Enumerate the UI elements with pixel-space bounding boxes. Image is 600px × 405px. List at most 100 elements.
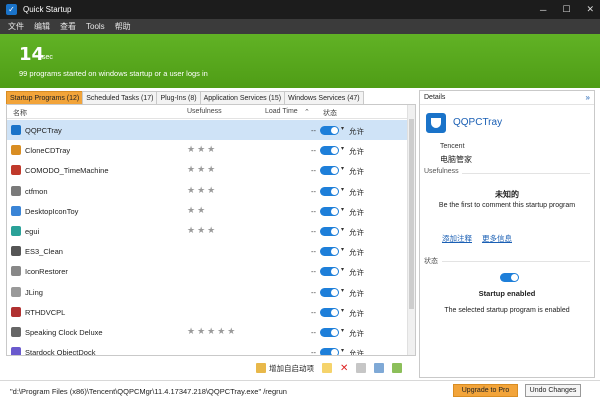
- chevron-down-icon[interactable]: ▾: [341, 347, 344, 354]
- status-allow: 允许: [349, 288, 364, 298]
- close-icon[interactable]: ✕: [586, 4, 594, 15]
- table-row[interactable]: egui ★★★ -- ▾ 允许: [7, 221, 407, 241]
- startup-toggle[interactable]: [320, 227, 339, 236]
- startup-toggle[interactable]: [320, 186, 339, 196]
- more-info-link[interactable]: 更多信息: [482, 233, 512, 244]
- table-row[interactable]: QQPCTray -- ▾ 允许: [7, 120, 407, 140]
- edit-icon[interactable]: [322, 363, 332, 373]
- program-icon: [11, 306, 21, 317]
- category-tabs: Startup Programs (12) Scheduled Tasks (1…: [6, 91, 364, 104]
- program-icon: [11, 226, 21, 236]
- startup-toggle[interactable]: [320, 328, 339, 337]
- load-time: --: [311, 348, 316, 356]
- minimize-icon[interactable]: ─: [540, 5, 546, 15]
- menu-view[interactable]: 查看: [60, 21, 76, 32]
- menu-tools[interactable]: Tools: [86, 22, 105, 31]
- program-name: ES3_Clean: [25, 247, 63, 257]
- program-icon: [11, 125, 21, 135]
- chevron-down-icon[interactable]: ▾: [341, 266, 344, 273]
- details-status-toggle[interactable]: [500, 273, 519, 282]
- table-row[interactable]: CloneCDTray ★★★ -- ▾ 允许: [7, 140, 407, 160]
- tab-scheduled-tasks[interactable]: Scheduled Tasks (17): [82, 91, 158, 104]
- program-name: DesktopIconToy: [25, 206, 79, 216]
- upgrade-button[interactable]: Upgrade to Pro: [453, 384, 518, 397]
- app-shield-icon: ✓: [6, 4, 17, 15]
- startup-toggle[interactable]: [320, 146, 339, 156]
- chevron-down-icon[interactable]: ▾: [341, 246, 344, 253]
- status-allow: 允许: [349, 349, 364, 356]
- delete-icon[interactable]: ✕: [340, 363, 348, 374]
- menu-edit[interactable]: 编辑: [34, 21, 50, 32]
- tab-plug-ins[interactable]: Plug-Ins (8): [156, 91, 201, 104]
- program-list: 名称 Usefulness Load Time ⌃ 状态 QQPCTray -- ▾…: [6, 104, 416, 356]
- properties-icon[interactable]: [374, 363, 385, 373]
- chevron-down-icon[interactable]: ▾: [341, 206, 344, 213]
- copy-icon[interactable]: [356, 363, 367, 373]
- usefulness-stars: ★★★: [187, 225, 218, 235]
- chevron-down-icon[interactable]: ▾: [341, 307, 344, 314]
- chevron-down-icon[interactable]: ▾: [341, 186, 344, 193]
- window-title: Quick Startup: [23, 5, 72, 14]
- search-online-icon[interactable]: [392, 363, 403, 373]
- startup-toggle[interactable]: [320, 206, 339, 216]
- table-row[interactable]: JLing -- ▾ 允许: [7, 282, 407, 302]
- program-name: QQPCTray: [25, 126, 62, 135]
- tab-startup-programs[interactable]: Startup Programs (12): [6, 91, 84, 104]
- collapse-icon[interactable]: »: [586, 91, 590, 104]
- chevron-down-icon[interactable]: ▾: [341, 165, 344, 172]
- startup-toggle[interactable]: [320, 126, 339, 135]
- program-icon: [11, 286, 21, 297]
- startup-toggle[interactable]: [320, 247, 339, 257]
- startup-toggle[interactable]: [320, 287, 339, 297]
- program-icon: [11, 205, 21, 216]
- folder-icon: [256, 363, 266, 373]
- column-name[interactable]: 名称: [13, 108, 27, 118]
- column-status[interactable]: 状态: [323, 108, 337, 118]
- load-time: --: [311, 186, 316, 196]
- program-name: CloneCDTray: [25, 146, 71, 156]
- column-usefulness[interactable]: Usefulness: [187, 108, 222, 115]
- add-comment-link[interactable]: 添加注释: [442, 233, 472, 244]
- table-row[interactable]: Stardock ObjectDock -- ▾ 允许: [7, 342, 407, 356]
- chevron-down-icon[interactable]: ▾: [341, 226, 344, 233]
- table-row[interactable]: DesktopIconToy ★★ -- ▾ 允许: [7, 201, 407, 221]
- chevron-down-icon[interactable]: ▾: [341, 327, 344, 334]
- chevron-down-icon[interactable]: ▾: [341, 145, 344, 152]
- maximize-icon[interactable]: ☐: [562, 4, 570, 15]
- usefulness-stars: ★★★: [187, 184, 218, 195]
- menu-help[interactable]: 帮助: [115, 21, 131, 32]
- table-row[interactable]: Speaking Clock Deluxe ★★★★★ -- ▾ 允许: [7, 322, 407, 342]
- table-row[interactable]: ctfmon ★★★ -- ▾ 允许: [7, 181, 407, 201]
- undo-changes-button[interactable]: Undo Changes: [525, 384, 581, 397]
- startup-toggle[interactable]: [320, 267, 339, 277]
- column-load-time[interactable]: Load Time: [265, 108, 298, 115]
- status-section-label: 状态: [424, 258, 438, 265]
- scrollbar-thumb[interactable]: [409, 119, 414, 309]
- status-allow: 允许: [349, 248, 364, 258]
- status-allow: 允许: [349, 268, 364, 278]
- load-time: --: [311, 206, 316, 216]
- window-controls: ─ ☐ ✕: [540, 0, 594, 19]
- chevron-down-icon[interactable]: ▾: [341, 125, 344, 132]
- details-vendor: Tencent: [440, 143, 465, 150]
- program-icon: [11, 246, 21, 257]
- tab-windows-services[interactable]: Windows Services (47): [284, 91, 364, 104]
- list-scrollbar[interactable]: [407, 105, 415, 355]
- table-row[interactable]: IconRestorer -- ▾ 允许: [7, 261, 407, 281]
- program-icon: [11, 266, 21, 277]
- startup-toggle[interactable]: [320, 348, 339, 355]
- details-header: Details »: [420, 91, 594, 105]
- table-row[interactable]: COMODO_TimeMachine ★★★ -- ▾ 允许: [7, 160, 407, 180]
- startup-enabled-text: Startup enabled: [478, 289, 536, 298]
- load-time: --: [311, 267, 316, 277]
- startup-toggle[interactable]: [320, 307, 339, 317]
- menu-file[interactable]: 文件: [8, 21, 24, 32]
- chevron-down-icon[interactable]: ▾: [341, 287, 344, 294]
- tab-application-services[interactable]: Application Services (15): [199, 91, 286, 104]
- startup-toggle[interactable]: [320, 166, 339, 176]
- details-panel: Details » QQPCTray Tencent 电脑管家 Usefulne…: [419, 90, 595, 378]
- status-allow: 允许: [349, 147, 364, 157]
- table-row[interactable]: RTHDVCPL -- ▾ 允许: [7, 302, 407, 322]
- table-row[interactable]: ES3_Clean -- ▾ 允许: [7, 241, 407, 261]
- add-startup-button[interactable]: 增加自启动项: [256, 363, 314, 374]
